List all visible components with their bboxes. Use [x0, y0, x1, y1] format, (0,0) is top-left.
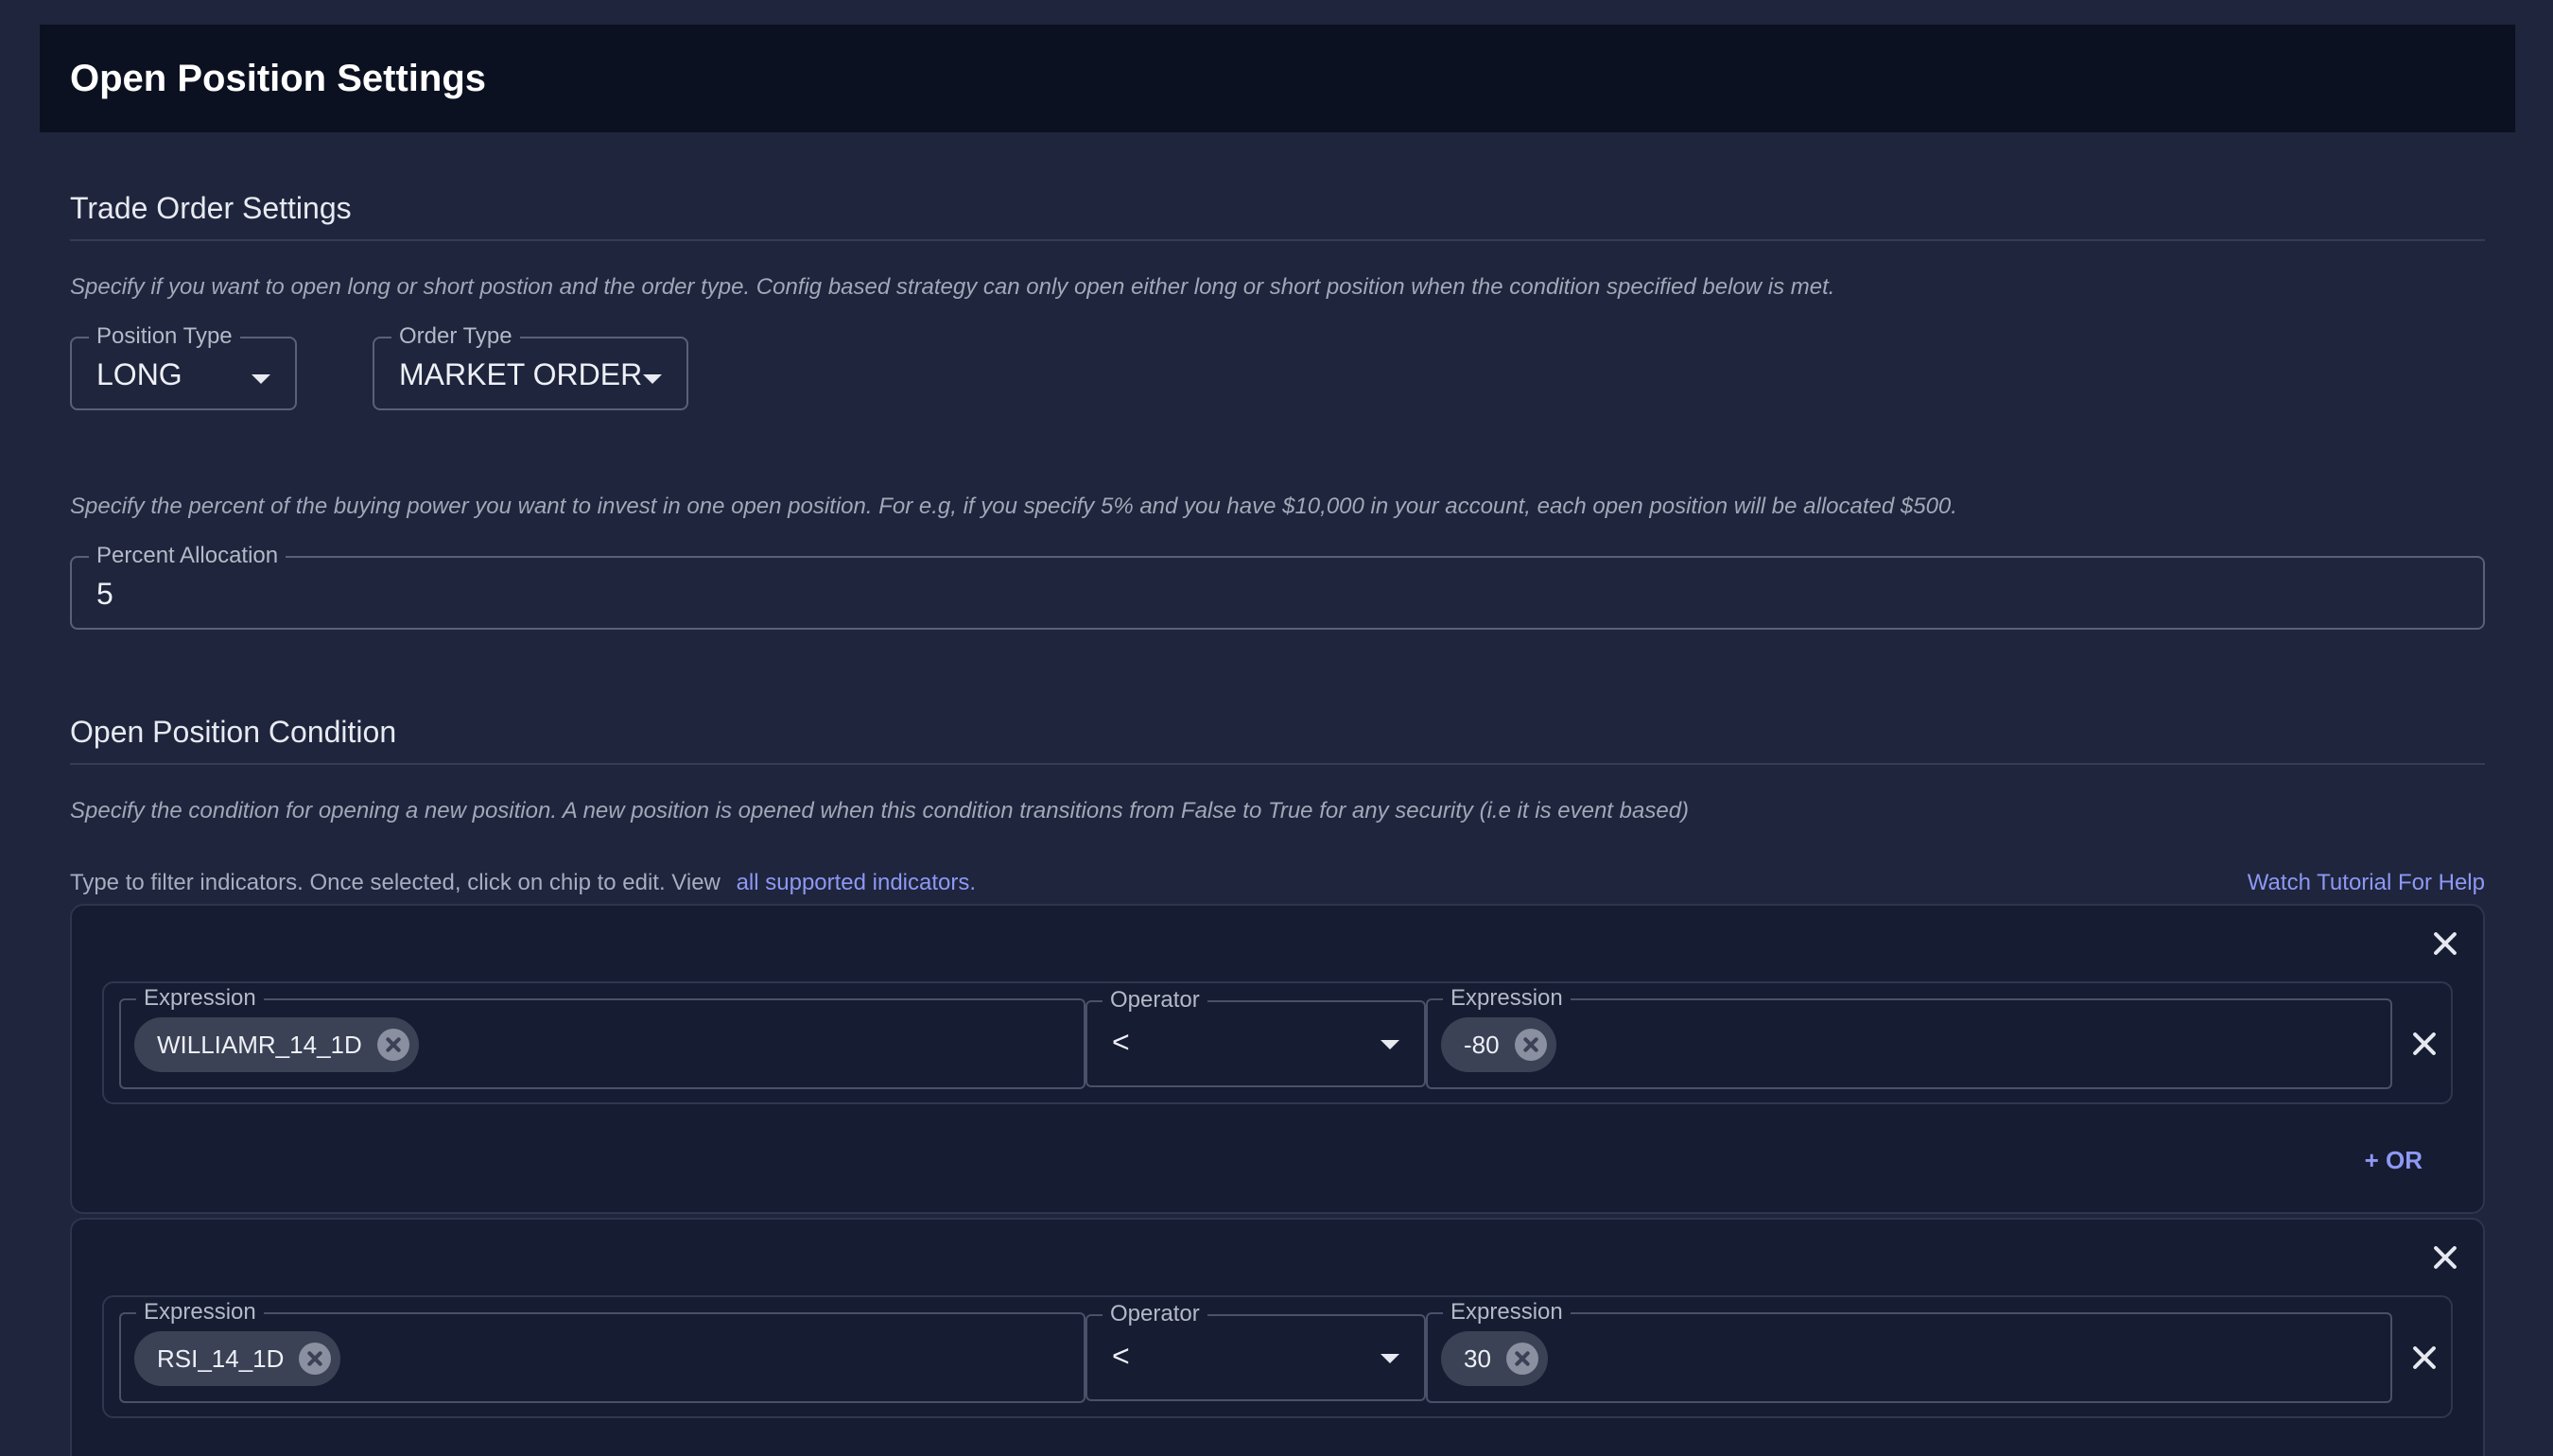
operator-select[interactable]: Operator <	[1085, 1301, 1426, 1401]
allocation-description: Specify the percent of the buying power …	[70, 494, 1957, 519]
page-header: Open Position Settings	[40, 25, 2515, 132]
value-chip[interactable]: -80	[1441, 1017, 1556, 1072]
percent-allocation-label: Percent Allocation	[89, 543, 287, 569]
right-expression-field[interactable]: Expression 30	[1426, 1299, 2392, 1403]
order-type-value: MARKET ORDER	[399, 357, 643, 391]
operator-select[interactable]: Operator <	[1085, 987, 1426, 1087]
value-chip-label: -80	[1464, 1030, 1500, 1059]
indicator-chip-label: RSI_14_1D	[157, 1343, 285, 1373]
chip-remove-icon[interactable]	[299, 1343, 332, 1375]
condition-group: Expression RSI_14_1D Operator < Expressi…	[70, 1218, 2485, 1456]
watch-tutorial-link[interactable]: Watch Tutorial For Help	[2248, 870, 2485, 896]
chip-remove-icon[interactable]	[376, 1029, 409, 1061]
order-type-label: Order Type	[391, 323, 520, 350]
remove-condition-close-icon[interactable]	[2411, 1031, 2438, 1057]
chevron-down-icon	[1381, 1354, 1399, 1363]
open-condition-section-title: Open Position Condition	[70, 715, 2485, 765]
right-expression-field[interactable]: Expression -80	[1426, 985, 2392, 1089]
percent-allocation-value: 5	[96, 577, 113, 611]
operator-value: <	[1112, 1025, 1130, 1059]
condition-row: Expression RSI_14_1D Operator < Expressi…	[102, 1295, 2453, 1418]
chevron-down-icon	[643, 374, 662, 384]
indicator-hint-text: Type to filter indicators. Once selected…	[70, 870, 721, 895]
right-expression-label: Expression	[1443, 985, 1571, 1012]
chevron-down-icon	[252, 374, 270, 384]
chevron-down-icon	[1381, 1040, 1399, 1049]
remove-condition-close-icon[interactable]	[2411, 1344, 2438, 1371]
value-chip-label: 30	[1464, 1343, 1491, 1373]
operator-label: Operator	[1103, 1301, 1207, 1327]
remove-group-close-icon[interactable]	[2432, 1244, 2458, 1271]
operator-value: <	[1112, 1339, 1130, 1373]
operator-label: Operator	[1103, 987, 1207, 1014]
chip-remove-icon[interactable]	[1514, 1029, 1547, 1061]
left-expression-field[interactable]: Expression RSI_14_1D	[119, 1299, 1085, 1403]
indicator-chip[interactable]: WILLIAMR_14_1D	[134, 1017, 419, 1072]
order-type-select[interactable]: Order Type MARKET ORDER	[373, 323, 688, 410]
left-expression-label: Expression	[136, 985, 264, 1012]
remove-group-close-icon[interactable]	[2432, 930, 2458, 957]
chip-remove-icon[interactable]	[1505, 1343, 1538, 1375]
trade-order-section-title: Trade Order Settings	[70, 191, 2485, 241]
trade-order-description: Specify if you want to open long or shor…	[70, 274, 1835, 300]
indicator-chip-label: WILLIAMR_14_1D	[157, 1030, 362, 1059]
position-type-value: LONG	[96, 357, 182, 391]
indicator-hint: Type to filter indicators. Once selected…	[70, 870, 976, 896]
position-type-select[interactable]: Position Type LONG	[70, 323, 297, 410]
left-expression-label: Expression	[136, 1299, 264, 1326]
condition-group: Expression WILLIAMR_14_1D Operator < Exp…	[70, 904, 2485, 1214]
value-chip[interactable]: 30	[1441, 1331, 1548, 1386]
indicator-chip[interactable]: RSI_14_1D	[134, 1331, 341, 1386]
page-title: Open Position Settings	[70, 57, 487, 99]
left-expression-field[interactable]: Expression WILLIAMR_14_1D	[119, 985, 1085, 1089]
open-condition-description: Specify the condition for opening a new …	[70, 798, 1690, 823]
position-type-label: Position Type	[89, 323, 240, 350]
percent-allocation-input[interactable]: Percent Allocation 5	[70, 543, 2485, 630]
open-position-settings-page: Open Position Settings Trade Order Setti…	[0, 0, 2553, 1456]
condition-row: Expression WILLIAMR_14_1D Operator < Exp…	[102, 981, 2453, 1104]
right-expression-label: Expression	[1443, 1299, 1571, 1326]
supported-indicators-link[interactable]: all supported indicators.	[737, 870, 976, 895]
add-or-button[interactable]: + OR	[2365, 1146, 2423, 1175]
